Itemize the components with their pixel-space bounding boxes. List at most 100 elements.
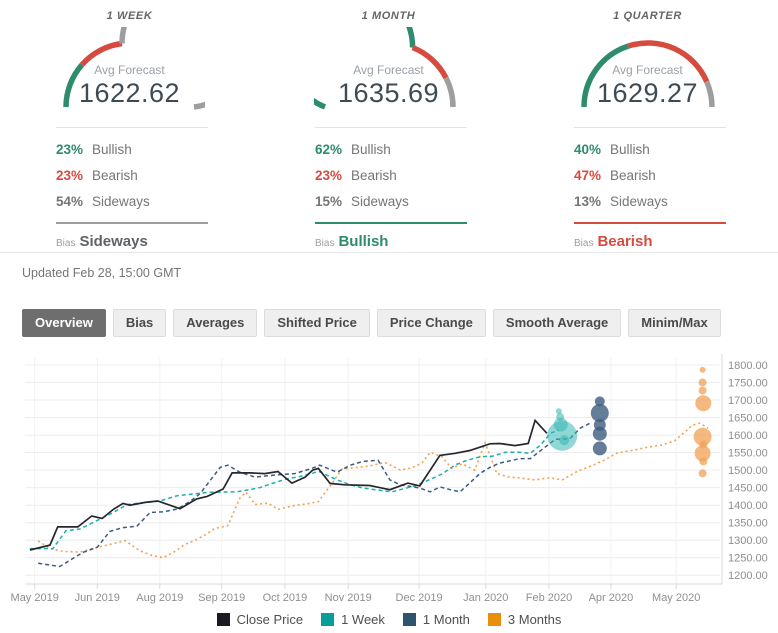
x-axis-tick-label: Oct 2019: [263, 592, 308, 604]
sentiment-row-bullish: 40% Bullish: [574, 141, 726, 158]
tab-bias[interactable]: Bias: [112, 309, 167, 337]
forecast-bubble-1-month: [592, 441, 607, 456]
tab-smooth-average[interactable]: Smooth Average: [492, 309, 622, 337]
x-axis-tick-label: May 2020: [652, 592, 700, 604]
forecast-bubble-3-months: [698, 386, 707, 395]
gauge-center-text: Avg Forecast 1622.62: [55, 27, 205, 109]
y-axis-tick-label: 1250.00: [728, 553, 768, 565]
sentiment-row-sideways: 54% Sideways: [56, 193, 208, 210]
x-axis-tick-label: Jun 2019: [75, 592, 120, 604]
forecast-bubble-3-months: [698, 469, 707, 478]
forecast-panel: 1 QUARTER Avg Forecast 1629.27 40% Bullis…: [518, 0, 777, 250]
forecast-bubble-3-months: [698, 378, 707, 387]
bias-row: Bias Bearish: [574, 233, 726, 250]
sentiment-row-sideways: 13% Sideways: [574, 193, 726, 210]
forecast-gauge: Avg Forecast 1635.69: [313, 27, 464, 113]
chart-legend: Close Price 1 Week 1 Month 3 Months: [0, 612, 778, 627]
sentiment-label: Bearish: [92, 168, 138, 183]
forecast-bubble-3-months: [699, 457, 708, 466]
bias-underline: [574, 222, 726, 224]
forecast-bubble-1-week: [556, 412, 565, 421]
sentiment-label: Sideways: [92, 194, 150, 209]
legend-item-1-week[interactable]: 1 Week: [321, 612, 385, 627]
legend-label: 1 Week: [341, 612, 385, 627]
y-axis-tick-label: 1550.00: [728, 448, 768, 460]
sentiment-stats: 23% Bullish 23% Bearish 54% Sideways Bias Sid…: [56, 127, 208, 250]
forecast-panels: 1 WEEK Avg Forecast 1622.62 23% Bullish 23…: [0, 0, 778, 250]
y-axis-tick-label: 1800.00: [728, 360, 768, 372]
legend-swatch-icon: [402, 613, 416, 626]
sentiment-label: Bearish: [610, 168, 656, 183]
legend-label: Close Price: [236, 612, 304, 627]
sentiment-label: Sideways: [610, 194, 668, 209]
legend-item-1-month[interactable]: 1 Month: [402, 612, 470, 627]
tab-minim-max[interactable]: Minim/Max: [628, 309, 721, 337]
avg-forecast-value: 1622.62: [78, 78, 181, 108]
forecast-poll-page: 1 WEEK Avg Forecast 1622.62 23% Bullish 23…: [0, 0, 778, 633]
bias-value: Bearish: [597, 233, 653, 250]
forecast-panel: 1 MONTH Avg Forecast 1635.69 62% Bullish 2…: [259, 0, 518, 250]
forecast-bubble-3-months: [695, 395, 712, 412]
section-divider: [0, 252, 778, 253]
bias-underline: [56, 222, 208, 224]
sentiment-label: Bullish: [351, 142, 391, 157]
avg-forecast-value: 1635.69: [337, 78, 440, 108]
bias-label: Bias: [56, 238, 76, 249]
sentiment-pct: 47%: [574, 168, 602, 183]
sentiment-label: Bullish: [92, 142, 132, 157]
legend-swatch-icon: [216, 613, 230, 626]
bias-underline: [315, 222, 467, 224]
y-axis-tick-label: 1700.00: [728, 395, 768, 407]
updated-timestamp: Updated Feb 28, 15:00 GMT: [22, 266, 182, 280]
y-axis-tick-label: 1400.00: [728, 500, 768, 512]
forecast-gauge: Avg Forecast 1629.27: [573, 27, 723, 113]
legend-label: 3 Months: [507, 612, 562, 627]
forecast-bubble-1-week: [559, 435, 570, 446]
y-axis-tick-label: 1500.00: [728, 465, 768, 477]
legend-item-3-months[interactable]: 3 Months: [487, 612, 562, 627]
gauge-center-text: Avg Forecast 1635.69: [314, 27, 464, 109]
bias-value: Sideways: [79, 233, 148, 250]
legend-item-close-price[interactable]: Close Price: [216, 612, 304, 627]
panel-period-title: 1 WEEK: [106, 10, 153, 22]
forecast-panel: 1 WEEK Avg Forecast 1622.62 23% Bullish 23…: [0, 0, 259, 250]
sentiment-row-bearish: 47% Bearish: [574, 167, 726, 184]
series-close-price: [29, 418, 548, 551]
forecast-chart: 1800.00 1750.00 1700.00 1650.00 1600.00 1550.…: [0, 348, 778, 611]
sentiment-row-bullish: 62% Bullish: [315, 141, 467, 158]
sentiment-pct: 15%: [315, 194, 343, 209]
avg-forecast-value: 1629.27: [596, 78, 699, 108]
legend-label: 1 Month: [422, 612, 470, 627]
tab-shifted-price[interactable]: Shifted Price: [264, 309, 370, 337]
sentiment-label: Bearish: [351, 168, 397, 183]
x-axis-tick-label: Feb 2020: [526, 592, 572, 604]
chart-canvas: 1800.00 1750.00 1700.00 1650.00 1600.00 1550.…: [11, 354, 768, 604]
avg-forecast-label: Avg Forecast: [612, 63, 683, 77]
avg-forecast-label: Avg Forecast: [94, 63, 165, 77]
x-axis-tick-label: Apr 2020: [589, 592, 634, 604]
sentiment-pct: 13%: [574, 194, 602, 209]
forecast-bubble-3-months: [699, 366, 706, 373]
tab-price-change[interactable]: Price Change: [376, 309, 486, 337]
bias-row: Bias Bullish: [315, 233, 467, 250]
gauge-center-text: Avg Forecast 1629.27: [573, 27, 723, 109]
sentiment-pct: 23%: [315, 168, 343, 183]
forecast-bubble-1-month: [592, 426, 607, 441]
bias-row: Bias Sideways: [56, 233, 208, 250]
forecast-gauge: Avg Forecast 1622.62: [55, 27, 205, 113]
tab-averages[interactable]: Averages: [173, 309, 258, 337]
tab-overview[interactable]: Overview: [22, 309, 106, 337]
panel-period-title: 1 MONTH: [361, 10, 416, 22]
sentiment-pct: 23%: [56, 168, 84, 183]
sentiment-stats: 40% Bullish 47% Bearish 13% Sideways Bias Bea…: [574, 127, 726, 250]
x-axis-tick-label: Aug 2019: [136, 592, 183, 604]
sentiment-pct: 54%: [56, 194, 84, 209]
sentiment-row-bearish: 23% Bearish: [315, 167, 467, 184]
sentiment-pct: 23%: [56, 142, 84, 157]
y-axis-tick-label: 1200.00: [728, 570, 768, 582]
sentiment-row-bullish: 23% Bullish: [56, 141, 208, 158]
sentiment-label: Bullish: [610, 142, 650, 157]
x-axis-tick-label: Sep 2019: [198, 592, 245, 604]
x-axis-tick-label: Jan 2020: [463, 592, 508, 604]
sentiment-pct: 62%: [315, 142, 343, 157]
